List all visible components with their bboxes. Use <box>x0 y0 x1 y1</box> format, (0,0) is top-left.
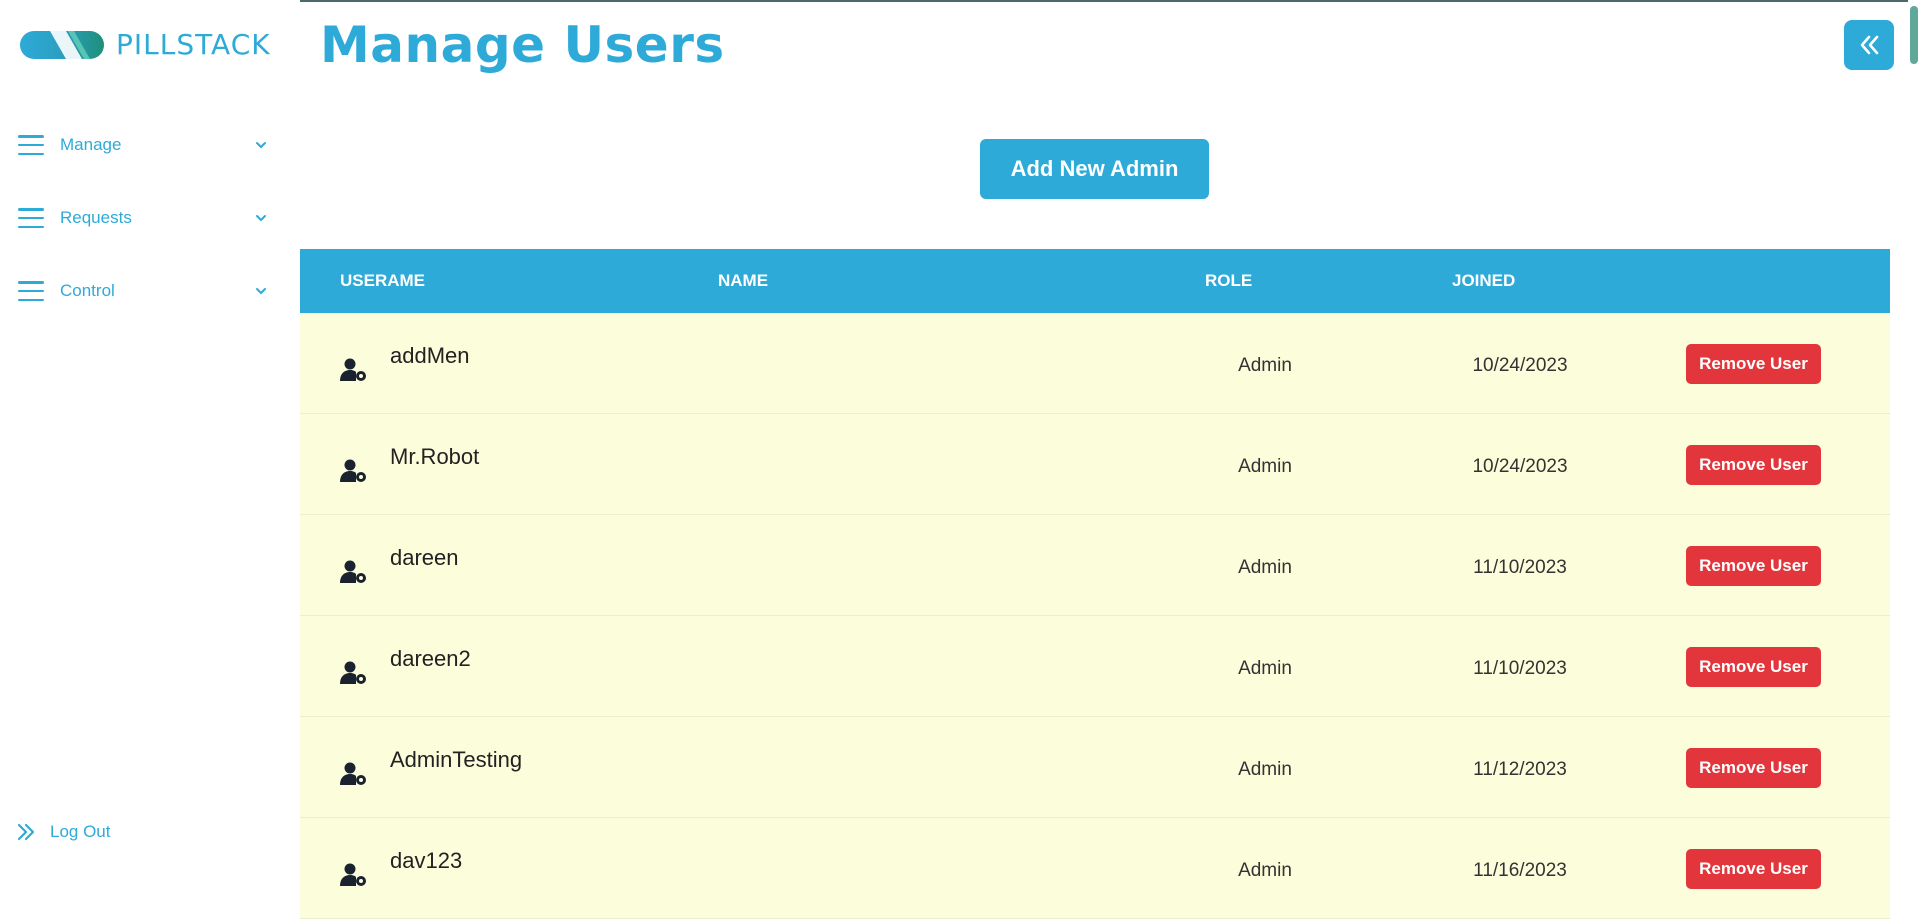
scrollbar-thumb[interactable] <box>1910 6 1918 64</box>
remove-user-button[interactable]: Remove User <box>1686 849 1821 889</box>
role-cell: Admin <box>1238 355 1292 376</box>
username-cell: Mr.Robot <box>390 444 480 469</box>
user-gear-icon <box>340 863 366 886</box>
remove-user-button[interactable]: Remove User <box>1686 445 1821 485</box>
remove-user-button[interactable]: Remove User <box>1686 546 1821 586</box>
role-cell: Admin <box>1238 456 1292 477</box>
sidebar-item-label: Requests <box>60 208 132 227</box>
joined-cell: 11/10/2023 <box>1473 557 1567 578</box>
username-cell: dav123 <box>390 848 463 873</box>
joined-cell: 11/16/2023 <box>1473 860 1567 881</box>
hamburger-icon <box>18 281 44 301</box>
double-chevron-left-icon <box>1860 35 1879 55</box>
column-header-joined: JOINED <box>1452 271 1516 290</box>
role-cell: Admin <box>1238 557 1292 578</box>
page-title: Manage Users <box>320 16 725 74</box>
table-row: dareen2 Admin 11/10/2023 Remove User <box>300 616 1890 717</box>
column-header-username: USERAME <box>340 271 426 290</box>
chevron-down-icon <box>256 288 266 295</box>
brand-name: PILLSTACK <box>116 28 271 61</box>
user-gear-icon <box>340 560 366 583</box>
column-header-role: ROLE <box>1205 271 1253 290</box>
table-row: addMen Admin 10/24/2023 Remove User <box>300 313 1890 414</box>
logout-label: Log Out <box>50 822 111 841</box>
username-cell: addMen <box>390 343 470 368</box>
column-header-name: NAME <box>718 271 769 290</box>
joined-cell: 10/24/2023 <box>1472 355 1568 376</box>
table-row: dareen Admin 11/10/2023 Remove User <box>300 515 1890 616</box>
role-cell: Admin <box>1238 860 1292 881</box>
hamburger-icon <box>18 208 44 228</box>
table-row: Mr.Robot Admin 10/24/2023 Remove User <box>300 414 1890 515</box>
joined-cell: 11/10/2023 <box>1473 658 1567 679</box>
sidebar-item-manage[interactable]: Manage <box>18 127 268 163</box>
joined-cell: 10/24/2023 <box>1472 456 1568 477</box>
user-gear-icon <box>340 358 366 381</box>
remove-user-button[interactable]: Remove User <box>1686 344 1821 384</box>
collapse-sidebar-button[interactable] <box>1844 20 1894 70</box>
joined-cell: 11/12/2023 <box>1473 759 1567 780</box>
double-chevron-right-icon <box>17 823 35 841</box>
remove-user-button[interactable]: Remove User <box>1686 748 1821 788</box>
user-gear-icon <box>340 762 366 785</box>
username-cell: dareen2 <box>390 646 471 671</box>
sidebar-item-requests[interactable]: Requests <box>18 200 268 236</box>
add-new-admin-button[interactable]: Add New Admin <box>980 139 1209 199</box>
logo[interactable]: PILLSTACK <box>20 28 271 61</box>
table-row: AdminTesting Admin 11/12/2023 Remove Use… <box>300 717 1890 818</box>
sidebar-item-label: Control <box>60 281 115 300</box>
username-cell: AdminTesting <box>390 747 523 772</box>
user-gear-icon <box>340 459 366 482</box>
sidebar-item-label: Manage <box>60 135 122 154</box>
pillstack-logo-icon <box>20 30 104 59</box>
remove-user-button[interactable]: Remove User <box>1686 647 1821 687</box>
table-header: USERAME NAME ROLE JOINED <box>300 249 1890 313</box>
role-cell: Admin <box>1238 658 1292 679</box>
users-table: USERAME NAME ROLE JOINED addMen Admin 10… <box>300 249 1890 919</box>
sidebar: PILLSTACK Manage Requests Control Log Ou… <box>0 0 300 877</box>
hamburger-icon <box>18 135 44 155</box>
logout-link[interactable]: Log Out <box>16 822 111 842</box>
table-row: dav123 Admin 11/16/2023 Remove User <box>300 818 1890 919</box>
chevron-down-icon <box>256 142 266 149</box>
user-gear-icon <box>340 661 366 684</box>
username-cell: dareen <box>390 545 459 570</box>
sidebar-item-control[interactable]: Control <box>18 273 268 309</box>
chevron-down-icon <box>256 215 266 222</box>
role-cell: Admin <box>1238 759 1292 780</box>
page-scrollbar[interactable] <box>1908 0 1920 877</box>
